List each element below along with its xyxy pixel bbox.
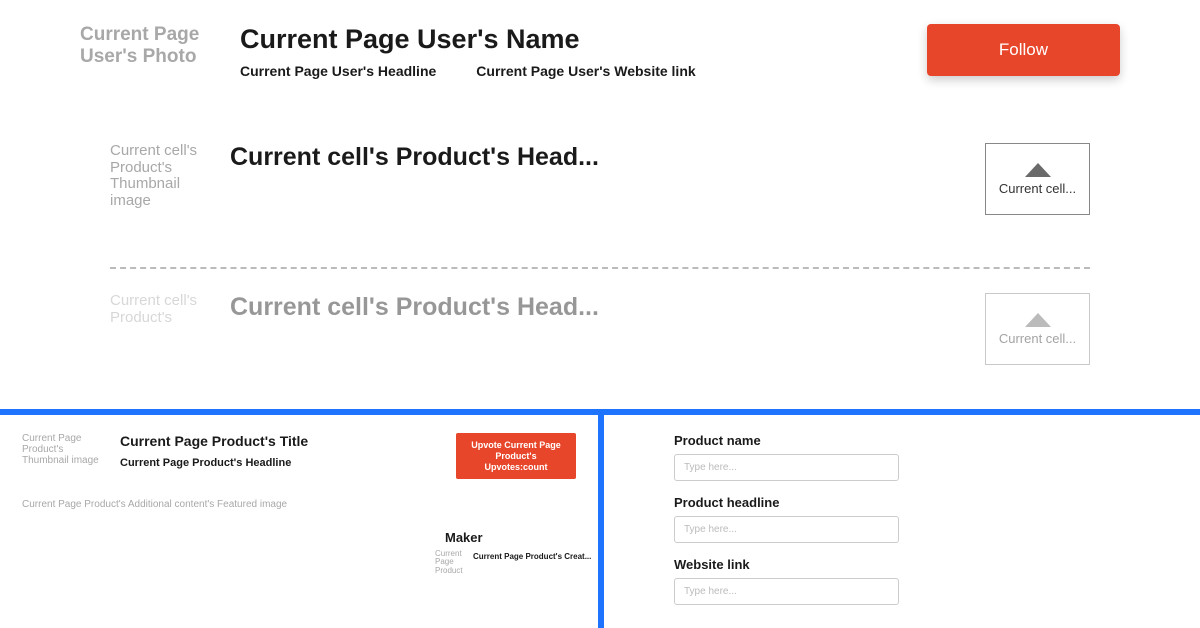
profile-name: Current Page User's Name	[240, 24, 897, 55]
product-headline-input[interactable]	[674, 516, 899, 543]
form-group-product-name: Product name	[674, 433, 1130, 481]
profile-info: Current Page User's Name Current Page Us…	[240, 24, 897, 79]
product-title: Current Page Product's Title	[120, 433, 438, 449]
product-headline: Current cell's Product's Head...	[230, 293, 955, 322]
product-detail-screen: Current Page Product's Thumbnail image C…	[0, 415, 598, 628]
form-group-website-link: Website link	[674, 557, 1130, 605]
maker-row: Current Page Product Current Page Produc…	[435, 550, 591, 575]
upvote-button[interactable]: Upvote Current Page Product's Upvotes:co…	[456, 433, 576, 479]
product-thumbnail-placeholder: Current cell's Product's	[110, 293, 200, 326]
product-name-label: Product name	[674, 433, 1130, 448]
product-name-input[interactable]	[674, 454, 899, 481]
maker-creator-name: Current Page Product's Creat...	[473, 552, 591, 561]
form-group-product-headline: Product headline	[674, 495, 1130, 543]
profile-photo-placeholder: Current Page User's Photo	[80, 24, 210, 68]
website-link-input[interactable]	[674, 578, 899, 605]
profile-subrow: Current Page User's Headline Current Pag…	[240, 63, 897, 79]
upvote-button[interactable]: Current cell...	[985, 143, 1090, 215]
upvote-count-label: Current cell...	[999, 331, 1076, 346]
product-thumbnail-placeholder: Current cell's Product's Thumbnail image	[110, 143, 200, 209]
product-thumbnail-placeholder: Current Page Product's Thumbnail image	[22, 433, 102, 466]
maker-section: Maker Current Page Product Current Page …	[435, 530, 591, 575]
product-headline: Current Page Product's Headline	[120, 457, 438, 469]
product-detail-header: Current Page Product's Thumbnail image C…	[22, 433, 576, 479]
profile-screen: Current Page User's Photo Current Page U…	[0, 0, 1200, 410]
maker-heading: Maker	[445, 530, 591, 545]
profile-website-link[interactable]: Current Page User's Website link	[476, 63, 695, 79]
upvote-count-label: Current cell...	[999, 181, 1076, 196]
product-form-screen: Product name Product headline Website li…	[604, 415, 1200, 628]
upvote-icon	[1025, 163, 1051, 177]
product-row[interactable]: Current cell's Product's Current cell's …	[80, 269, 1120, 417]
profile-header: Current Page User's Photo Current Page U…	[80, 24, 1120, 79]
follow-button[interactable]: Follow	[927, 24, 1120, 76]
upvote-button[interactable]: Current cell...	[985, 293, 1090, 365]
featured-image-placeholder: Current Page Product's Additional conten…	[22, 499, 576, 510]
maker-photo-placeholder: Current Page Product	[435, 550, 467, 575]
upvote-icon	[1025, 313, 1051, 327]
website-link-label: Website link	[674, 557, 1130, 572]
product-detail-info: Current Page Product's Title Current Pag…	[120, 433, 438, 469]
product-list: Current cell's Product's Thumbnail image…	[80, 119, 1120, 417]
product-headline: Current cell's Product's Head...	[230, 143, 955, 172]
profile-headline: Current Page User's Headline	[240, 63, 436, 79]
product-headline-label: Product headline	[674, 495, 1130, 510]
product-row[interactable]: Current cell's Product's Thumbnail image…	[80, 119, 1120, 267]
